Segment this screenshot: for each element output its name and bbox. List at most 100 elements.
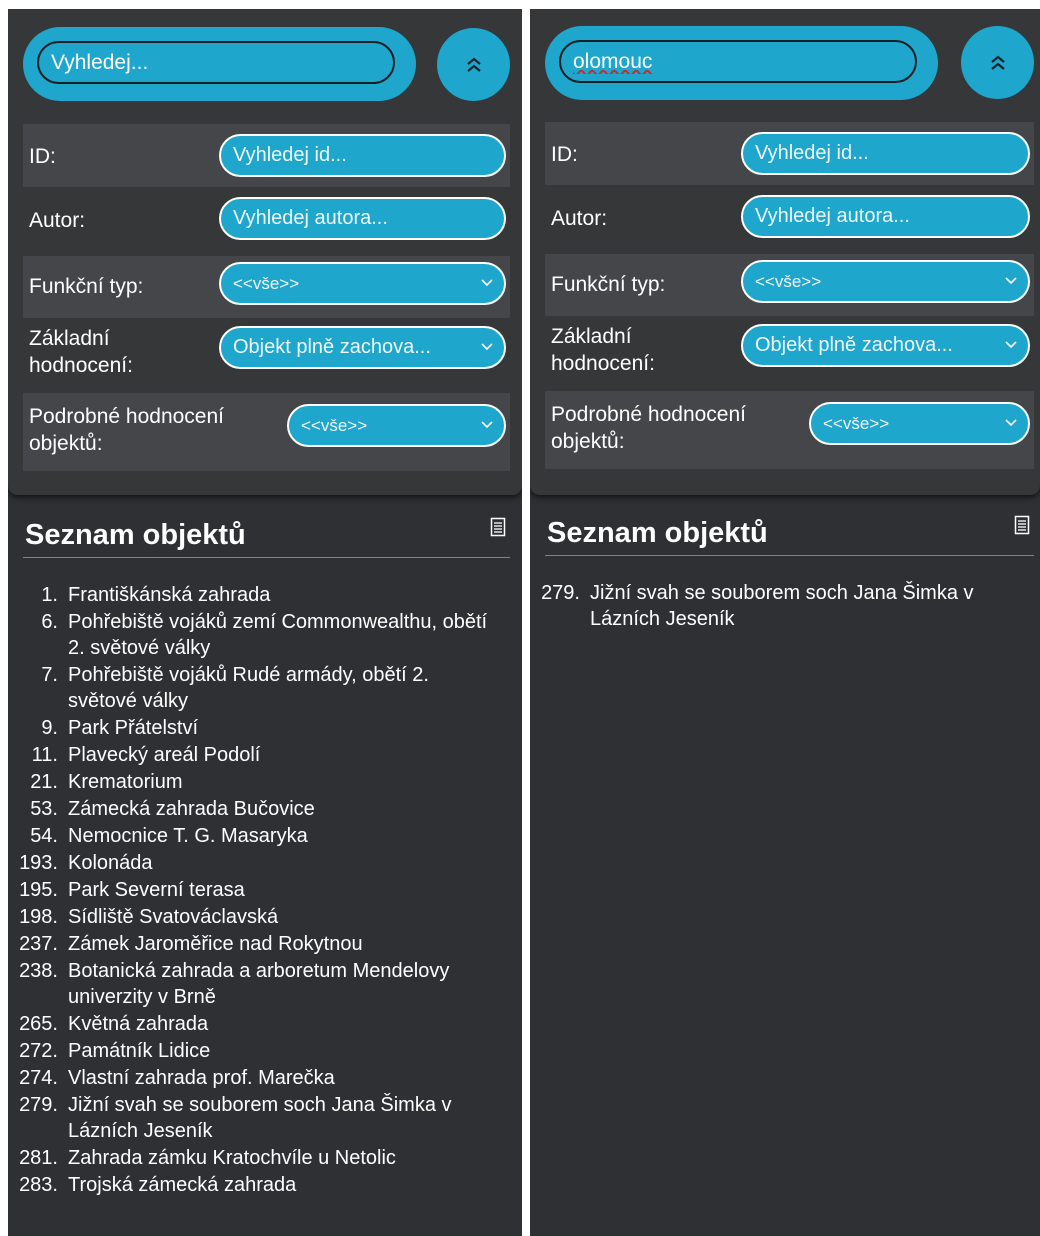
list-item[interactable]: 265. Květná zahrada — [8, 1011, 498, 1037]
filter-row-basic-rating: Základní hodnocení: Objekt plně zachova.… — [545, 319, 1034, 387]
item-name: Botanická zahrada a arboretum Mendelovy … — [68, 960, 450, 1008]
functional-type-select[interactable]: <<vše>> — [741, 260, 1030, 303]
item-name: Kolonáda — [68, 852, 153, 874]
list-item[interactable]: 274. Vlastní zahrada prof. Marečka — [8, 1065, 498, 1091]
chevron-down-icon — [481, 279, 493, 287]
list-item[interactable]: 53. Zámecká zahrada Bučovice — [8, 796, 498, 822]
list-item[interactable]: 6. Pohřebiště vojáků zemí Commonwealthu, … — [8, 609, 498, 661]
search-input[interactable] — [559, 40, 917, 83]
detail-rating-select[interactable]: <<vše>> — [287, 404, 506, 447]
item-number: 274. — [19, 1067, 58, 1089]
list-item[interactable]: 1. Františkánská zahrada — [8, 582, 498, 608]
list-item[interactable]: 279. Jižní svah se souborem soch Jana Šim… — [530, 580, 1020, 632]
id-label: ID: — [551, 143, 578, 166]
list-header: Seznam objektů — [545, 513, 1034, 556]
list-item[interactable]: 195. Park Severní terasa — [8, 877, 498, 903]
filter-row-detail-rating: Podrobné hodnocení objektů: <<vše>> — [545, 391, 1034, 469]
basic-rating-select[interactable]: Objekt plně zachova... — [219, 326, 506, 369]
id-search-field[interactable]: Vyhledej id... — [219, 134, 506, 177]
chevron-down-icon — [1005, 419, 1017, 427]
item-number: 1. — [41, 584, 58, 606]
item-name: Trojská zámecká zahrada — [68, 1174, 297, 1196]
basic-rating-value: Objekt plně zachova... — [233, 336, 431, 358]
list-item[interactable]: 198. Sídliště Svatováclavská — [8, 904, 498, 930]
id-search-field[interactable]: Vyhledej id... — [741, 132, 1030, 175]
list-item[interactable]: 54. Nemocnice T. G. Masaryka — [8, 823, 498, 849]
detail-rating-value: <<vše>> — [301, 416, 368, 435]
item-name: Květná zahrada — [68, 1013, 209, 1035]
list-item[interactable]: 7. Pohřebiště vojáků Rudé armády, obětí 2… — [8, 662, 498, 714]
item-name: Zámecká zahrada Bučovice — [68, 798, 315, 820]
basic-rating-value: Objekt plně zachova... — [755, 334, 953, 356]
document-list-icon[interactable] — [1014, 515, 1030, 535]
item-name: Nemocnice T. G. Masaryka — [68, 825, 308, 847]
functional-type-label: Funkční typ: — [551, 273, 666, 296]
search-bar — [23, 27, 416, 101]
list-title: Seznam objektů — [25, 519, 246, 551]
detail-rating-select[interactable]: <<vše>> — [809, 402, 1030, 445]
filter-box: ID: Vyhledej id... Autor: Vyhledej autor… — [530, 9, 1040, 495]
search-panel-unfiltered: ID: Vyhledej id... Autor: Vyhledej autor… — [8, 9, 522, 1236]
list-item[interactable]: 21. Krematorium — [8, 769, 498, 795]
search-bar — [545, 26, 938, 100]
collapse-filters-button[interactable] — [961, 26, 1034, 99]
filter-row-detail-rating: Podrobné hodnocení objektů: <<vše>> — [23, 393, 510, 471]
item-name: Pohřebiště vojáků zemí Commonwealthu, ob… — [68, 611, 488, 659]
functional-type-label: Funkční typ: — [29, 275, 144, 298]
author-search-field[interactable]: Vyhledej autora... — [219, 197, 506, 240]
list-item[interactable]: 238. Botanická zahrada a arboretum Mendel… — [8, 958, 498, 1010]
filter-row-functional-type: Funkční typ: <<vše>> — [23, 256, 510, 318]
collapse-filters-button[interactable] — [437, 28, 510, 101]
filter-row-author: Autor: Vyhledej autora... — [545, 188, 1034, 250]
list-item[interactable]: 193. Kolonáda — [8, 850, 498, 876]
list-item[interactable]: 283. Trojská zámecká zahrada — [8, 1172, 498, 1198]
item-name: Park Přátelství — [68, 717, 199, 739]
list-item[interactable]: 9. Park Přátelství — [8, 715, 498, 741]
basic-rating-label: Základní hodnocení: — [551, 325, 655, 375]
item-name: Park Severní terasa — [68, 879, 245, 901]
item-number: 54. — [30, 825, 58, 847]
item-number: 279. — [541, 582, 580, 604]
filter-box: ID: Vyhledej id... Autor: Vyhledej autor… — [8, 9, 522, 495]
functional-type-select[interactable]: <<vše>> — [219, 262, 506, 305]
list-item[interactable]: 237. Zámek Jaroměřice nad Rokytnou — [8, 931, 498, 957]
id-label: ID: — [29, 145, 56, 168]
document-list-icon[interactable] — [490, 517, 506, 537]
item-number: 7. — [41, 664, 58, 686]
filter-row-author: Autor: Vyhledej autora... — [23, 190, 510, 252]
item-number: 283. — [19, 1174, 58, 1196]
list-item[interactable]: 11. Plavecký areál Podolí — [8, 742, 498, 768]
list-item[interactable]: 279. Jižní svah se souborem soch Jana Šim… — [8, 1092, 498, 1144]
chevron-down-icon — [1005, 341, 1017, 349]
chevron-down-icon — [1005, 277, 1017, 285]
item-name: Jižní svah se souborem soch Jana Šimka v… — [590, 582, 974, 630]
author-label: Autor: — [29, 209, 86, 232]
list-item[interactable]: 281. Zahrada zámku Kratochvíle u Netolic — [8, 1145, 498, 1171]
item-number: 21. — [30, 771, 58, 793]
basic-rating-select[interactable]: Objekt plně zachova... — [741, 324, 1030, 367]
item-name: Zámek Jaroměřice nad Rokytnou — [68, 933, 363, 955]
item-name: Františkánská zahrada — [68, 584, 271, 606]
item-number: 281. — [19, 1147, 58, 1169]
chevron-down-icon — [481, 343, 493, 351]
item-name: Plavecký areál Podolí — [68, 744, 261, 766]
functional-type-value: <<vše>> — [755, 272, 822, 291]
filter-row-id: ID: Vyhledej id... — [545, 122, 1034, 185]
detail-rating-label: Podrobné hodnocení objektů: — [29, 405, 224, 455]
item-number: 9. — [41, 717, 58, 739]
list-item[interactable]: 272. Památník Lidice — [8, 1038, 498, 1064]
list-title: Seznam objektů — [547, 517, 768, 549]
item-name: Pohřebiště vojáků Rudé armády, obětí 2. … — [68, 664, 429, 712]
detail-rating-label: Podrobné hodnocení objektů: — [551, 403, 746, 453]
item-number: 279. — [19, 1094, 58, 1116]
author-label: Autor: — [551, 207, 608, 230]
item-name: Vlastní zahrada prof. Marečka — [68, 1067, 335, 1089]
author-search-field[interactable]: Vyhledej autora... — [741, 195, 1030, 238]
item-number: 6. — [41, 611, 58, 633]
item-name: Jižní svah se souborem soch Jana Šimka v… — [68, 1094, 452, 1142]
search-input[interactable] — [37, 41, 395, 84]
item-number: 195. — [19, 879, 58, 901]
filter-row-id: ID: Vyhledej id... — [23, 124, 510, 187]
item-number: 11. — [31, 744, 58, 766]
item-number: 272. — [19, 1040, 58, 1062]
